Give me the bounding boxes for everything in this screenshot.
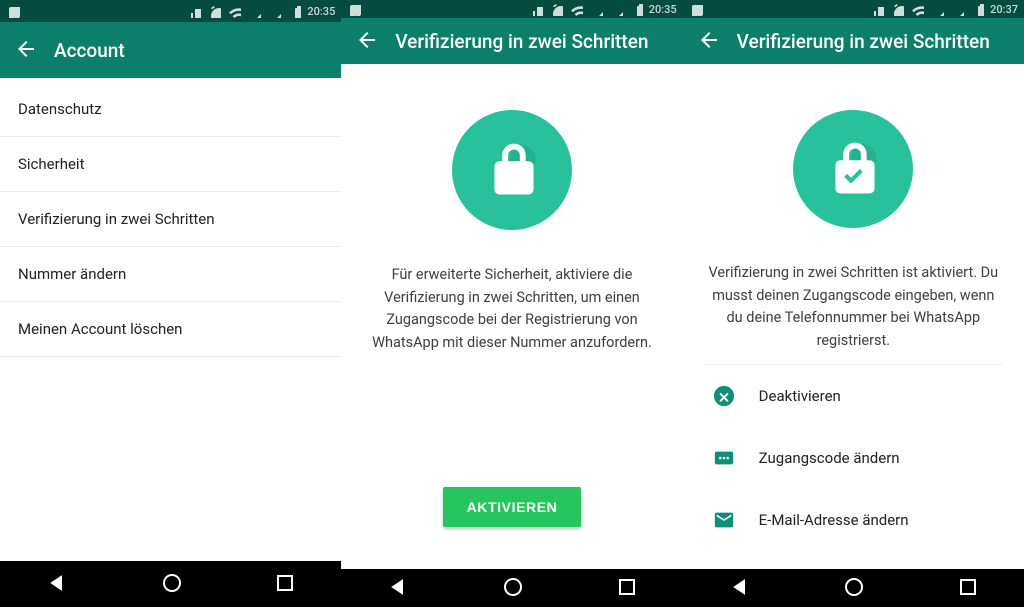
phone-two-step-activate: 20:35 Verifizierung in zwei Schritten Fü… <box>341 0 682 607</box>
nav-bar <box>0 561 341 607</box>
signal-icon <box>267 4 281 18</box>
lock-icon <box>468 126 556 214</box>
signal-icon <box>589 2 603 16</box>
nav-back-icon <box>729 575 751 597</box>
option-label: Zugangscode ändern <box>759 449 900 467</box>
nav-back-icon <box>46 571 68 593</box>
image-icon <box>6 4 20 18</box>
option-label: E-Mail-Adresse ändern <box>759 511 909 529</box>
description-text: Verifizierung in zwei Schritten ist akti… <box>705 262 1002 352</box>
list-item-datenschutz[interactable]: Datenschutz <box>0 78 341 137</box>
list-item-nummer-aendern[interactable]: Nummer ändern <box>0 247 341 302</box>
back-arrow-icon <box>14 37 36 59</box>
mail-icon <box>711 507 737 533</box>
cancel-icon <box>711 383 737 409</box>
lock-graphic <box>793 110 913 228</box>
list-item-sicherheit[interactable]: Sicherheit <box>0 137 341 192</box>
battery-icon <box>287 4 301 18</box>
two-step-options: Deaktivieren Zugangscode ändern E-Mail-A… <box>705 364 1002 551</box>
page-title: Account <box>54 39 125 62</box>
status-bar: 20:35 <box>341 0 682 18</box>
list-item-account-loeschen[interactable]: Meinen Account löschen <box>0 302 341 357</box>
nav-back-button[interactable] <box>387 575 409 601</box>
alarm-icon <box>549 2 563 16</box>
back-arrow-icon <box>697 28 719 50</box>
nav-recent-icon <box>273 571 295 593</box>
pin-icon <box>711 445 737 471</box>
option-label: Deaktivieren <box>759 387 841 405</box>
list-item-verifizierung[interactable]: Verifizierung in zwei Schritten <box>0 192 341 247</box>
status-bar: 20:35 <box>0 0 341 22</box>
page-title: Verifizierung in zwei Schritten <box>395 30 648 53</box>
wifi-icon <box>569 2 583 16</box>
description-text: Für erweiterte Sicherheit, aktiviere die… <box>363 264 660 354</box>
nav-home-icon <box>842 575 864 597</box>
app-bar: Verifizierung in zwei Schritten <box>341 18 682 64</box>
back-button[interactable] <box>355 28 377 54</box>
nav-home-icon <box>160 571 182 593</box>
option-deactivate[interactable]: Deaktivieren <box>705 365 1002 427</box>
back-arrow-icon <box>355 28 377 50</box>
signal-icon <box>930 2 944 16</box>
two-step-enabled: Verifizierung in zwei Schritten ist akti… <box>683 64 1024 569</box>
nav-recent-button[interactable] <box>273 571 295 597</box>
page-title: Verifizierung in zwei Schritten <box>737 30 990 53</box>
back-button[interactable] <box>14 37 36 63</box>
app-bar: Verifizierung in zwei Schritten <box>683 18 1024 64</box>
activate-button[interactable]: AKTIVIEREN <box>443 487 582 527</box>
status-time: 20:37 <box>990 3 1018 16</box>
nav-recent-icon <box>615 575 637 597</box>
nav-bar <box>683 569 1024 607</box>
vibrate-icon <box>529 2 543 16</box>
two-step-intro: Für erweiterte Sicherheit, aktiviere die… <box>341 64 682 569</box>
alarm-icon <box>207 4 221 18</box>
alarm-icon <box>890 2 904 16</box>
signal-icon <box>247 4 261 18</box>
signal-icon <box>609 2 623 16</box>
nav-home-button[interactable] <box>842 575 864 601</box>
image-icon <box>689 2 703 16</box>
nav-home-icon <box>501 575 523 597</box>
nav-recent-button[interactable] <box>615 575 637 601</box>
nav-home-button[interactable] <box>160 571 182 597</box>
status-bar: 20:37 <box>683 0 1024 18</box>
nav-back-button[interactable] <box>729 575 751 601</box>
vibrate-icon <box>870 2 884 16</box>
vibrate-icon <box>187 4 201 18</box>
account-list: Datenschutz Sicherheit Verifizierung in … <box>0 78 341 561</box>
nav-recent-icon <box>956 575 978 597</box>
nav-back-button[interactable] <box>46 571 68 597</box>
nav-back-icon <box>387 575 409 597</box>
option-change-email[interactable]: E-Mail-Adresse ändern <box>705 489 1002 551</box>
nav-home-button[interactable] <box>501 575 523 601</box>
battery-icon <box>970 2 984 16</box>
wifi-icon <box>227 4 241 18</box>
back-button[interactable] <box>697 28 719 54</box>
status-time: 20:35 <box>649 3 677 16</box>
app-bar: Account <box>0 22 341 78</box>
phone-account: 20:35 Account Datenschutz Sicherheit Ver… <box>0 0 341 607</box>
battery-icon <box>629 2 643 16</box>
option-change-pin[interactable]: Zugangscode ändern <box>705 427 1002 489</box>
status-time: 20:35 <box>307 5 335 18</box>
lock-graphic <box>452 110 572 230</box>
wifi-icon <box>910 2 924 16</box>
signal-icon <box>950 2 964 16</box>
lock-check-icon <box>809 125 897 213</box>
image-icon <box>347 2 361 16</box>
nav-recent-button[interactable] <box>956 575 978 601</box>
nav-bar <box>341 569 682 607</box>
phone-two-step-enabled: 20:37 Verifizierung in zwei Schritten Ve… <box>683 0 1024 607</box>
